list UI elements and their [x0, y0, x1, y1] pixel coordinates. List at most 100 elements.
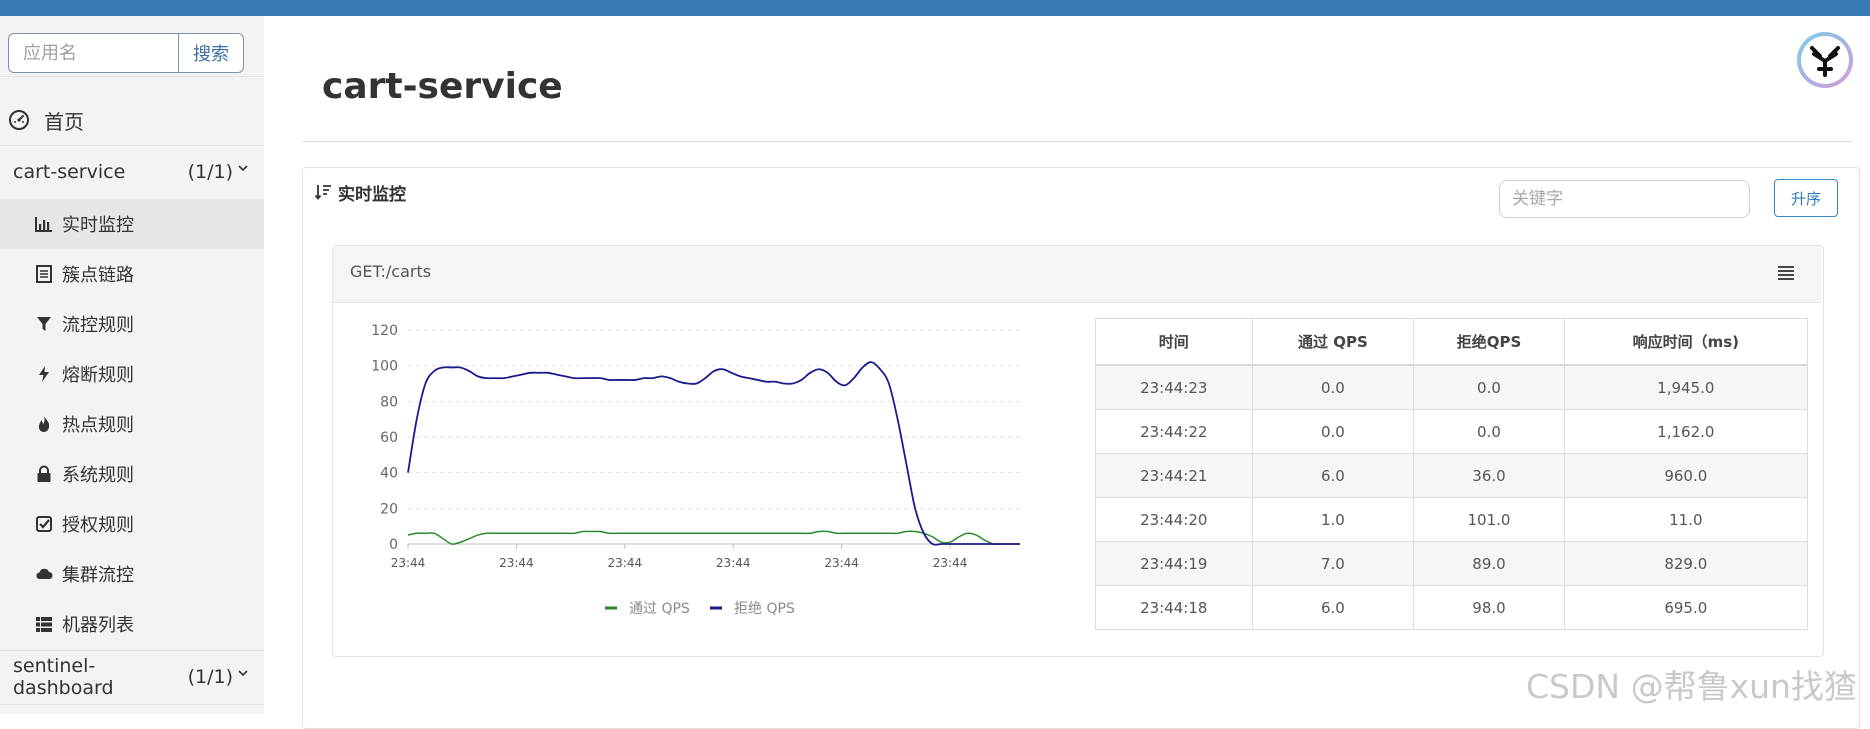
table-cell-rt: 695.0	[1563, 585, 1809, 630]
table-cell-block-qps: 36.0	[1413, 453, 1565, 498]
sidebar-item-flow-rules[interactable]: 流控规则	[0, 299, 264, 349]
sidebar-item-authority-rules[interactable]: 授权规则	[0, 499, 264, 549]
sidebar-item-home-label: 首页	[44, 109, 84, 134]
sidebar-item-label: 簇点链路	[62, 265, 134, 286]
table-cell-time: 23:44:20	[1095, 497, 1253, 542]
app-machine-count: (1/1)	[187, 161, 233, 183]
table-cell-rt: 11.0	[1563, 497, 1809, 542]
sidebar-item-label: 流控规则	[62, 315, 134, 336]
y-tick-label: 20	[380, 501, 398, 517]
qps-line-chart: 0 20 40 60 80 100 120 23:44 23:44 23:44 23:44 23:44…	[371, 323, 1020, 617]
table-cell-block-qps: 89.0	[1413, 541, 1565, 586]
dashboard-gauge-icon	[9, 110, 29, 130]
cloud-icon	[34, 564, 54, 584]
panel-title: 实时监控	[338, 184, 406, 205]
qps-table: 时间 通过 QPS 拒绝QPS 响应时间（ms) 23:44:23 0.0 0.…	[1095, 318, 1809, 630]
hamburger-menu-icon[interactable]	[1776, 264, 1796, 282]
x-tick-label: 23:44	[391, 556, 426, 570]
sidebar-divider	[0, 76, 264, 77]
sidebar-item-label: 实时监控	[62, 215, 134, 236]
sort-ascending-button[interactable]: 升序	[1774, 179, 1838, 217]
table-cell-pass-qps: 0.0	[1251, 409, 1415, 454]
keyword-search-input[interactable]	[1499, 180, 1750, 218]
bar-chart-icon	[34, 214, 54, 234]
sidebar-item-degrade-rules[interactable]: 熔断规则	[0, 349, 264, 399]
table-header-block-qps: 拒绝QPS	[1413, 318, 1565, 366]
legend-label: 拒绝 QPS	[734, 601, 795, 617]
table-row: 23:44:22 0.0 0.0 1,162.0	[1095, 409, 1809, 454]
chevron-down-icon	[238, 670, 248, 677]
app-search-button[interactable]: 搜索	[178, 33, 244, 73]
table-row: 23:44:19 7.0 89.0 829.0	[1095, 541, 1809, 586]
sidebar-divider	[0, 650, 264, 651]
sidebar-item-cluster-flow[interactable]: 集群流控	[0, 549, 264, 599]
lock-icon	[34, 464, 54, 484]
title-divider	[302, 141, 1852, 142]
x-tick-label: 23:44	[824, 556, 859, 570]
table-cell-block-qps: 0.0	[1413, 364, 1565, 410]
y-tick-label: 80	[380, 394, 398, 410]
resource-card-header	[333, 246, 1821, 303]
sidebar-item-label: 集群流控	[62, 565, 134, 586]
table-cell-pass-qps: 1.0	[1251, 497, 1415, 542]
sidebar-item-label: 授权规则	[62, 515, 134, 536]
table-cell-pass-qps: 6.0	[1251, 453, 1415, 498]
sidebar-app-sentinel-dashboard[interactable]: sentinel-dashboard (1/1)	[13, 655, 249, 699]
x-tick-label: 23:44	[933, 556, 968, 570]
sidebar-item-machine-list[interactable]: 机器列表	[0, 599, 264, 649]
lightning-icon	[34, 364, 54, 384]
app-name: sentinel-dashboard	[13, 655, 114, 699]
table-cell-time: 23:44:23	[1095, 364, 1253, 410]
sidebar-divider	[0, 704, 264, 705]
fire-icon	[34, 414, 54, 434]
sort-amount-icon	[314, 185, 331, 200]
table-row: 23:44:21 6.0 36.0 960.0	[1095, 453, 1809, 498]
grid-list-icon	[34, 614, 54, 634]
app-search-input[interactable]	[8, 33, 178, 73]
x-tick-label: 23:44	[716, 556, 751, 570]
sidebar-item-cluster-point-link[interactable]: 簇点链路	[0, 249, 264, 299]
y-tick-label: 40	[380, 466, 398, 482]
y-tick-label: 60	[380, 430, 398, 446]
table-cell-rt: 960.0	[1563, 453, 1809, 498]
x-tick-label: 23:44	[499, 556, 534, 570]
table-cell-block-qps: 98.0	[1413, 585, 1565, 630]
sidebar-item-label: 熔断规则	[62, 365, 134, 386]
sidebar-item-label: 系统规则	[62, 465, 134, 486]
table-header-rt: 响应时间（ms)	[1563, 318, 1809, 366]
table-cell-rt: 829.0	[1563, 541, 1809, 586]
series-line-1	[407, 361, 1020, 546]
sidebar-item-hotspot-rules[interactable]: 热点规则	[0, 399, 264, 449]
app-name: cart-service	[13, 161, 126, 183]
panel-header: 实时监控	[314, 180, 406, 205]
app-machine-count: (1/1)	[187, 666, 233, 688]
legend-label: 通过 QPS	[629, 601, 690, 617]
check-square-icon	[34, 514, 54, 534]
x-tick-label: 23:44	[608, 556, 643, 570]
app-search: 搜索	[8, 33, 244, 73]
sidebar-app-cart-service[interactable]: cart-service (1/1)	[13, 156, 249, 188]
table-cell-block-qps: 0.0	[1413, 409, 1565, 454]
table-cell-pass-qps: 7.0	[1251, 541, 1415, 586]
watermark: CSDN @帮鲁xun找猹	[1526, 667, 1857, 706]
y-tick-label: 100	[371, 359, 398, 375]
filter-icon	[34, 314, 54, 334]
table-cell-time: 23:44:19	[1095, 541, 1253, 586]
sidebar-item-realtime-monitor[interactable]: 实时监控	[0, 199, 264, 249]
table-cell-block-qps: 101.0	[1413, 497, 1565, 542]
sentinel-logo-icon[interactable]	[1795, 30, 1855, 90]
table-cell-time: 23:44:22	[1095, 409, 1253, 454]
list-icon	[34, 264, 54, 284]
sidebar-item-label: 热点规则	[62, 415, 134, 436]
table-row: 23:44:20 1.0 101.0 11.0	[1095, 497, 1809, 542]
sidebar-item-system-rules[interactable]: 系统规则	[0, 449, 264, 499]
table-row: 23:44:18 6.0 98.0 695.0	[1095, 585, 1809, 630]
y-tick-label: 0	[389, 537, 398, 553]
y-tick-label: 120	[371, 323, 398, 339]
sidebar-item-label: 机器列表	[62, 615, 134, 636]
table-row: 23:44:23 0.0 0.0 1,945.0	[1095, 364, 1809, 410]
sidebar-item-home[interactable]: 首页	[8, 104, 84, 136]
table-cell-pass-qps: 0.0	[1251, 364, 1415, 410]
resource-name: GET:/carts	[350, 262, 432, 281]
table-cell-time: 23:44:18	[1095, 585, 1253, 630]
